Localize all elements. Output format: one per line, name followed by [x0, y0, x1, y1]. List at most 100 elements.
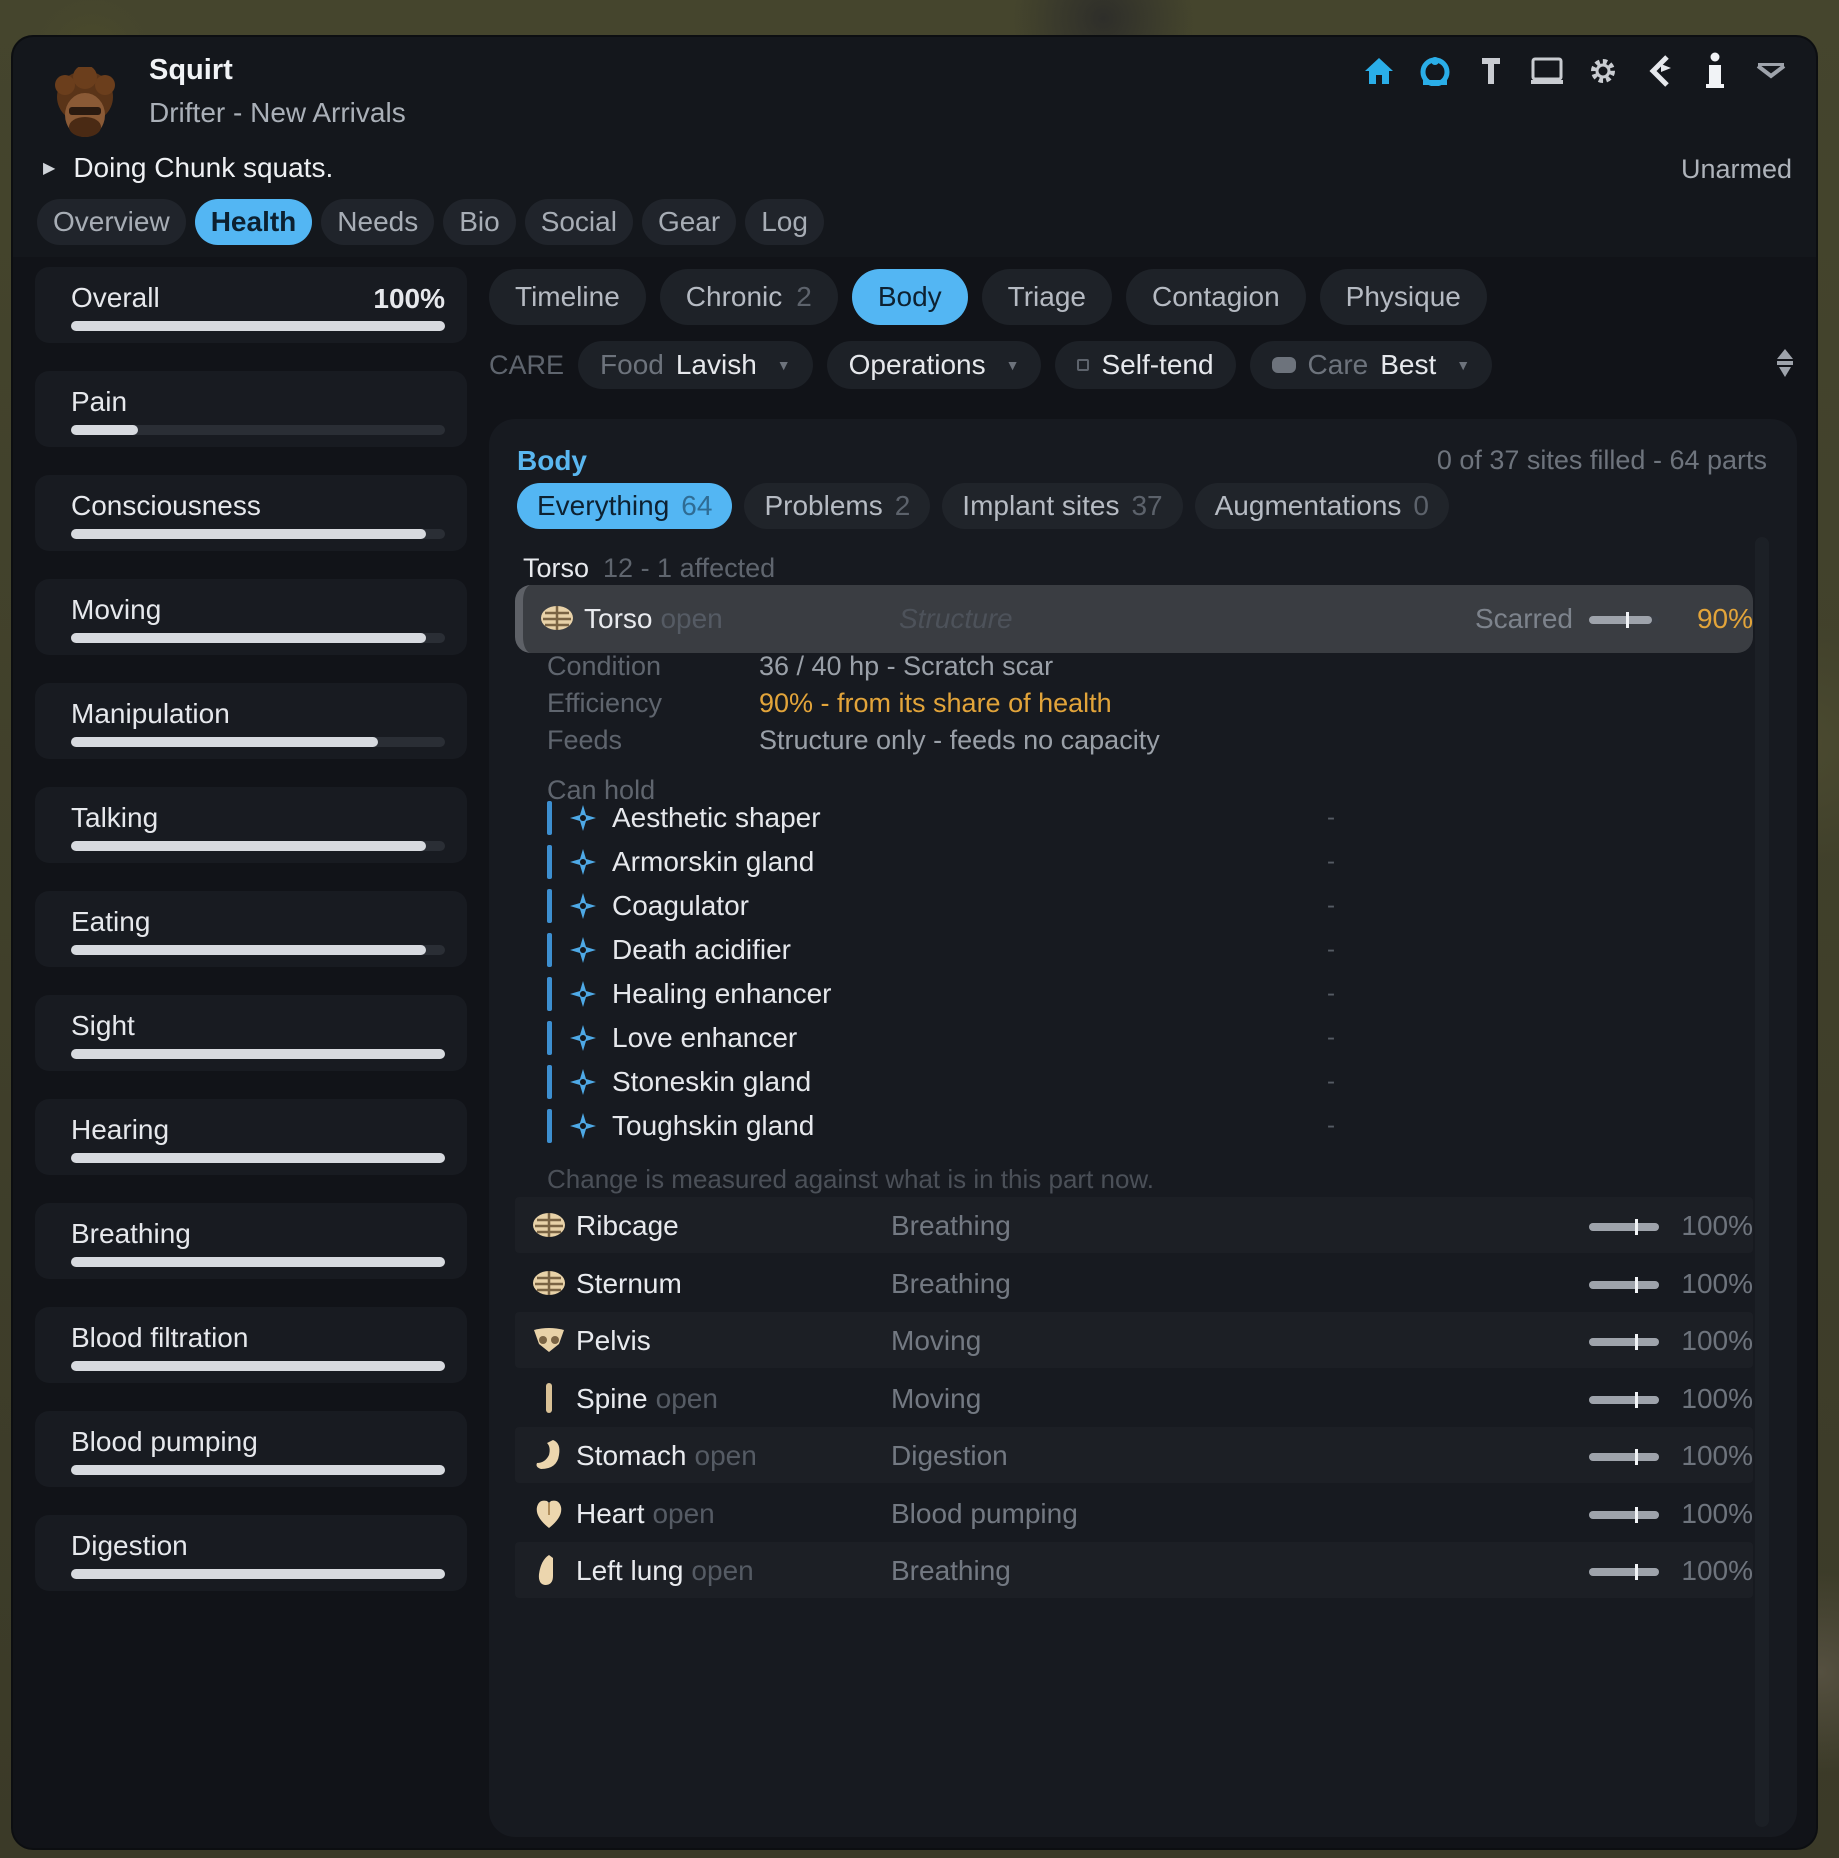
filter-everything[interactable]: Everything 64: [517, 483, 733, 529]
subtab-contagion[interactable]: Contagion: [1126, 269, 1306, 325]
part-health-tick: [1625, 612, 1629, 628]
faction-icon[interactable]: [1418, 51, 1452, 91]
part-health-tick: [1634, 1449, 1638, 1465]
expand-triangle-icon[interactable]: ▶: [43, 158, 55, 178]
implant-option[interactable]: Love enhancer -: [547, 1021, 1347, 1055]
equipped-weapon[interactable]: Unarmed: [1681, 154, 1792, 185]
implant-option[interactable]: Death acidifier -: [547, 933, 1347, 967]
subtab-triage[interactable]: Triage: [981, 269, 1112, 325]
pin-icon[interactable]: [1474, 51, 1508, 91]
home-icon[interactable]: [1362, 51, 1396, 91]
food-dropdown[interactable]: Food Lavish ▼: [578, 341, 813, 389]
heart-icon: [531, 1495, 567, 1531]
capacities-list: Overall 100% Pain Consciousness Moving Manipu…: [35, 267, 467, 1619]
detail-key: Condition: [547, 651, 662, 681]
capacity-row[interactable]: Eating: [35, 891, 467, 967]
capacity-row[interactable]: Blood pumping: [35, 1411, 467, 1487]
kirby-icon[interactable]: [1642, 51, 1676, 91]
implant-option[interactable]: Coagulator -: [547, 889, 1347, 923]
care-key: Care: [1307, 349, 1369, 380]
chevron-down-icon[interactable]: [1754, 51, 1788, 91]
detail-value: Structure only - feeds no capacity: [759, 725, 1160, 755]
part-row-selected[interactable]: Torso open Structure Scarred 90%: [515, 585, 1753, 653]
capacity-row[interactable]: Sight: [35, 995, 467, 1071]
filter-count: 64: [681, 490, 713, 521]
body-scrollbar[interactable]: [1755, 537, 1769, 1827]
implant-plus-icon: [568, 1111, 598, 1141]
tab-needs[interactable]: Needs: [321, 199, 435, 245]
filter-count: 37: [1131, 490, 1163, 521]
capacity-bar-fill: [71, 1153, 445, 1163]
subtab-body[interactable]: Body: [851, 269, 968, 325]
capacity-row[interactable]: Overall 100%: [35, 267, 467, 343]
window-toolbar: [1362, 51, 1788, 91]
implant-name: Toughskin gland: [612, 1110, 815, 1141]
part-row[interactable]: Ribcage Breathing 100%: [515, 1197, 1753, 1253]
part-row[interactable]: Pelvis Moving 100%: [515, 1312, 1753, 1368]
part-percent: 100%: [1681, 1497, 1753, 1529]
operations-dropdown[interactable]: Operations ▼: [826, 341, 1042, 389]
part-row[interactable]: Stomach open Digestion 100%: [515, 1427, 1753, 1483]
tab-overview[interactable]: Overview: [37, 199, 186, 245]
part-row[interactable]: Sternum Breathing 100%: [515, 1255, 1753, 1311]
capacity-row[interactable]: Talking: [35, 787, 467, 863]
care-dropdown[interactable]: Care Best ▼: [1249, 341, 1493, 389]
ribcage-icon: [531, 1265, 567, 1301]
part-health-tick: [1634, 1391, 1638, 1408]
checkbox-icon[interactable]: [1077, 359, 1090, 371]
capacity-bar-fill: [71, 321, 445, 331]
filter-problems[interactable]: Problems 2: [744, 483, 931, 529]
stomach-icon: [531, 1437, 567, 1473]
detail-key: Efficiency: [547, 688, 663, 718]
filter-augmentations[interactable]: Augmentations 0: [1194, 483, 1449, 529]
capacity-value: 100%: [373, 283, 445, 314]
medicine-icon: [1271, 357, 1296, 373]
tab-social[interactable]: Social: [524, 199, 633, 245]
subtab-chronic[interactable]: Chronic 2: [659, 269, 838, 325]
part-row[interactable]: Left lung open Breathing 100%: [515, 1542, 1753, 1598]
tab-log[interactable]: Log: [745, 199, 824, 245]
capacity-row[interactable]: Pain: [35, 371, 467, 447]
capacity-row[interactable]: Consciousness: [35, 475, 467, 551]
implant-name: Death acidifier: [612, 934, 791, 965]
tab-bio[interactable]: Bio: [443, 199, 516, 245]
implant-option[interactable]: Toughskin gland -: [547, 1109, 1347, 1143]
subtab-label: Contagion: [1152, 281, 1280, 312]
filter-implant-sites[interactable]: Implant sites 37: [942, 483, 1183, 529]
part-row[interactable]: Spine open Moving 100%: [515, 1370, 1753, 1426]
implant-option[interactable]: Healing enhancer -: [547, 977, 1347, 1011]
capacity-row[interactable]: Hearing: [35, 1099, 467, 1175]
subtab-physique[interactable]: Physique: [1319, 269, 1487, 325]
subtab-timeline[interactable]: Timeline: [489, 269, 646, 325]
implant-marker: [547, 977, 552, 1011]
food-value: Lavish: [675, 349, 757, 380]
group-header-torso[interactable]: Torso 12 - 1 affected: [523, 553, 775, 584]
capacity-row[interactable]: Blood filtration: [35, 1307, 467, 1383]
capacity-bar: [71, 841, 445, 851]
implant-option[interactable]: Armorskin gland -: [547, 845, 1347, 879]
capacity-row[interactable]: Moving: [35, 579, 467, 655]
filter-label: Everything: [537, 490, 670, 521]
pin-marker-icon[interactable]: [1775, 347, 1795, 386]
gear-icon[interactable]: [1586, 51, 1620, 91]
part-row[interactable]: Heart open Blood pumping 100%: [515, 1485, 1753, 1541]
capacity-row[interactable]: Breathing: [35, 1203, 467, 1279]
capacity-row[interactable]: Manipulation: [35, 683, 467, 759]
pawn-subtitle: Drifter - New Arrivals: [149, 97, 406, 128]
tab-health[interactable]: Health: [194, 199, 313, 245]
implant-delta: -: [1327, 1024, 1335, 1051]
self-tend-toggle[interactable]: Self-tend: [1055, 341, 1236, 389]
avatar[interactable]: [51, 65, 119, 145]
capacity-label: Digestion: [71, 1530, 188, 1561]
implant-option[interactable]: Stoneskin gland -: [547, 1065, 1347, 1099]
part-name-text: Spine: [576, 1382, 648, 1414]
capacity-row[interactable]: Digestion: [35, 1515, 467, 1591]
implant-option[interactable]: Aesthetic shaper -: [547, 801, 1347, 835]
detail-value: 36 / 40 hp - Scratch scar: [759, 651, 1054, 681]
laptop-icon[interactable]: [1530, 51, 1564, 91]
tab-gear[interactable]: Gear: [641, 199, 737, 245]
part-open: open: [694, 1440, 757, 1471]
food-key: Food: [600, 349, 664, 380]
current-activity[interactable]: ▶ Doing Chunk squats.: [43, 152, 333, 184]
info-icon[interactable]: [1698, 51, 1732, 91]
